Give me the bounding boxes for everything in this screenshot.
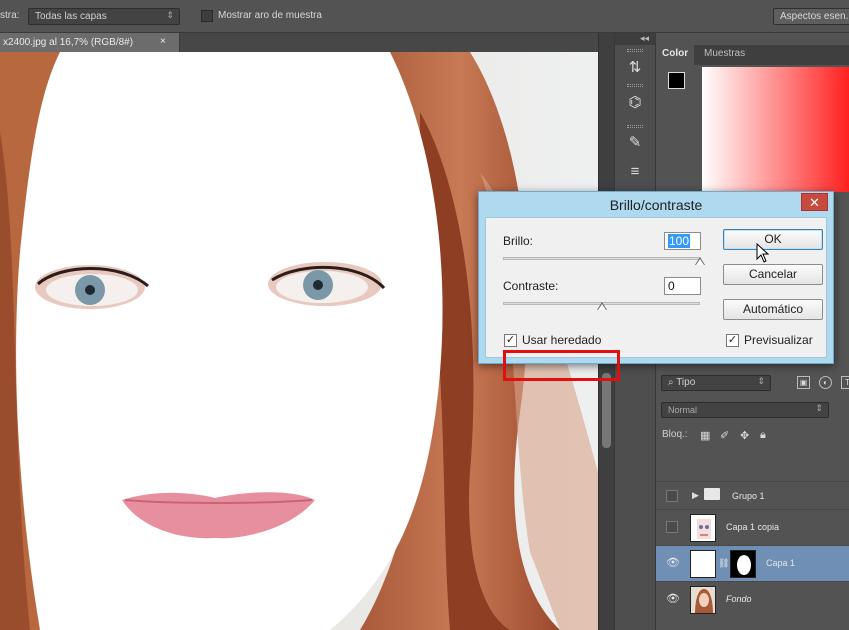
- sample-label: stra:: [0, 10, 20, 21]
- layer-thumbnail: [690, 550, 716, 578]
- foreground-background-swatches[interactable]: [668, 72, 696, 100]
- tab-strip: [180, 33, 598, 52]
- preview-checkbox[interactable]: ✓: [726, 334, 739, 347]
- sample-select-value: Todas las capas: [35, 11, 107, 22]
- grip-icon[interactable]: [627, 125, 643, 128]
- layer-row-capa-1[interactable]: 👁︎ ⛓︎ Capa 1: [656, 545, 849, 581]
- color-panel-tabs: Color Muestras: [656, 45, 849, 65]
- cancel-button[interactable]: Cancelar: [723, 264, 823, 285]
- grip-icon[interactable]: [627, 84, 643, 87]
- visibility-toggle[interactable]: [666, 490, 678, 502]
- tab-swatches[interactable]: Muestras: [698, 45, 751, 65]
- document-tab-title: x2400.jpg al 16,7% (RGB/8#): [3, 37, 134, 48]
- use-legacy-label: Usar heredado: [522, 333, 602, 347]
- options-bar: stra: Todas las capas ⇕ Mostrar aro de m…: [0, 0, 849, 33]
- workspace-button[interactable]: Aspectos esen...: [773, 8, 849, 25]
- document-tab[interactable]: x2400.jpg al 16,7% (RGB/8#) ×: [0, 33, 180, 52]
- close-dialog-button[interactable]: ✕: [801, 193, 828, 211]
- show-ring-label: Mostrar aro de muestra: [218, 10, 322, 21]
- eye-icon[interactable]: 👁︎: [666, 557, 680, 569]
- highlight-box: [503, 350, 620, 381]
- layer-row-grupo-1[interactable]: ▶ Grupo 1: [656, 481, 849, 509]
- layer-name: Fondo: [726, 594, 752, 604]
- layer-name: Grupo 1: [732, 491, 765, 501]
- sample-select[interactable]: Todas las capas ⇕: [28, 8, 180, 25]
- blend-mode-select[interactable]: Normal ⇕: [661, 402, 829, 418]
- adjustment-filter-icon[interactable]: ◐: [819, 376, 832, 389]
- link-icon[interactable]: ⛓︎: [718, 558, 729, 569]
- mouse-cursor-icon: [756, 243, 770, 263]
- lock-transparency-icon[interactable]: ▦: [700, 429, 710, 442]
- contrast-label: Contraste:: [503, 279, 559, 293]
- layer-mask-thumbnail[interactable]: [730, 550, 756, 578]
- visibility-toggle[interactable]: [666, 521, 678, 533]
- eye-icon[interactable]: 👁︎: [666, 593, 680, 605]
- brightness-input[interactable]: 100: [664, 232, 701, 250]
- workspace-button-label: Aspectos esen...: [780, 11, 849, 22]
- type-filter-icon[interactable]: T: [841, 376, 849, 389]
- layer-name: Capa 1 copia: [726, 522, 780, 532]
- close-tab-icon[interactable]: ×: [160, 36, 166, 47]
- use-legacy-checkbox[interactable]: ✓: [504, 334, 517, 347]
- select-arrows-icon: ⇕: [757, 376, 765, 386]
- contrast-input[interactable]: 0: [664, 277, 701, 295]
- brush-presets-icon[interactable]: ✎: [624, 132, 646, 154]
- dialog-body: Brillo: 100 Contraste: 0 ✓ Usar heredado…: [485, 217, 827, 381]
- layer-row-fondo[interactable]: 👁︎ Fondo: [656, 581, 849, 617]
- collapse-icon[interactable]: ◂◂: [615, 33, 655, 45]
- color-spectrum[interactable]: [702, 67, 849, 192]
- tab-color[interactable]: Color: [656, 45, 695, 65]
- layer-thumbnail: [690, 586, 716, 614]
- folder-icon: [704, 488, 720, 500]
- layer-thumbnail: [690, 514, 716, 542]
- foreground-color-swatch[interactable]: [668, 72, 685, 89]
- expand-triangle-icon[interactable]: ▶: [692, 490, 699, 501]
- lock-position-icon[interactable]: ✥: [740, 429, 749, 442]
- ok-button[interactable]: OK: [723, 229, 823, 250]
- 3d-icon[interactable]: ⌬: [624, 92, 646, 114]
- layer-name: Capa 1: [766, 558, 796, 568]
- lock-pixels-icon[interactable]: ✐: [720, 429, 729, 442]
- history-icon[interactable]: ⇅: [624, 57, 646, 79]
- lock-row: Bloq.: ▦ ✐ ✥ 🔒︎: [662, 429, 849, 445]
- contrast-slider-thumb[interactable]: [596, 302, 607, 310]
- layer-filter-select[interactable]: ⌕ Tipo ⇕: [661, 375, 771, 391]
- brightness-contrast-dialog: Brillo/contraste ✕ Brillo: 100 Contraste…: [478, 191, 834, 381]
- brightness-slider-track[interactable]: [503, 257, 700, 260]
- scrollbar-thumb[interactable]: [602, 373, 611, 448]
- layer-filter-label: ⌕ Tipo: [668, 377, 696, 388]
- select-arrows-icon: ⇕: [815, 403, 823, 413]
- show-ring-checkbox[interactable]: [201, 10, 213, 22]
- brightness-label: Brillo:: [503, 234, 534, 248]
- preview-label: Previsualizar: [744, 333, 813, 347]
- dialog-title: Brillo/contraste: [609, 197, 703, 213]
- lock-all-icon[interactable]: 🔒︎: [760, 429, 766, 442]
- auto-button[interactable]: Automático: [723, 299, 823, 320]
- adjustments-icon[interactable]: ≡: [624, 161, 646, 183]
- lock-label: Bloq.:: [662, 429, 688, 440]
- layer-row-capa-1-copia[interactable]: Capa 1 copia: [656, 509, 849, 545]
- select-arrows-icon: ⇕: [166, 10, 174, 20]
- image-filter-icon[interactable]: ▣: [797, 376, 810, 389]
- blend-mode-value: Normal: [668, 405, 698, 415]
- grip-icon[interactable]: [627, 49, 643, 52]
- brightness-slider-thumb[interactable]: [695, 257, 705, 265]
